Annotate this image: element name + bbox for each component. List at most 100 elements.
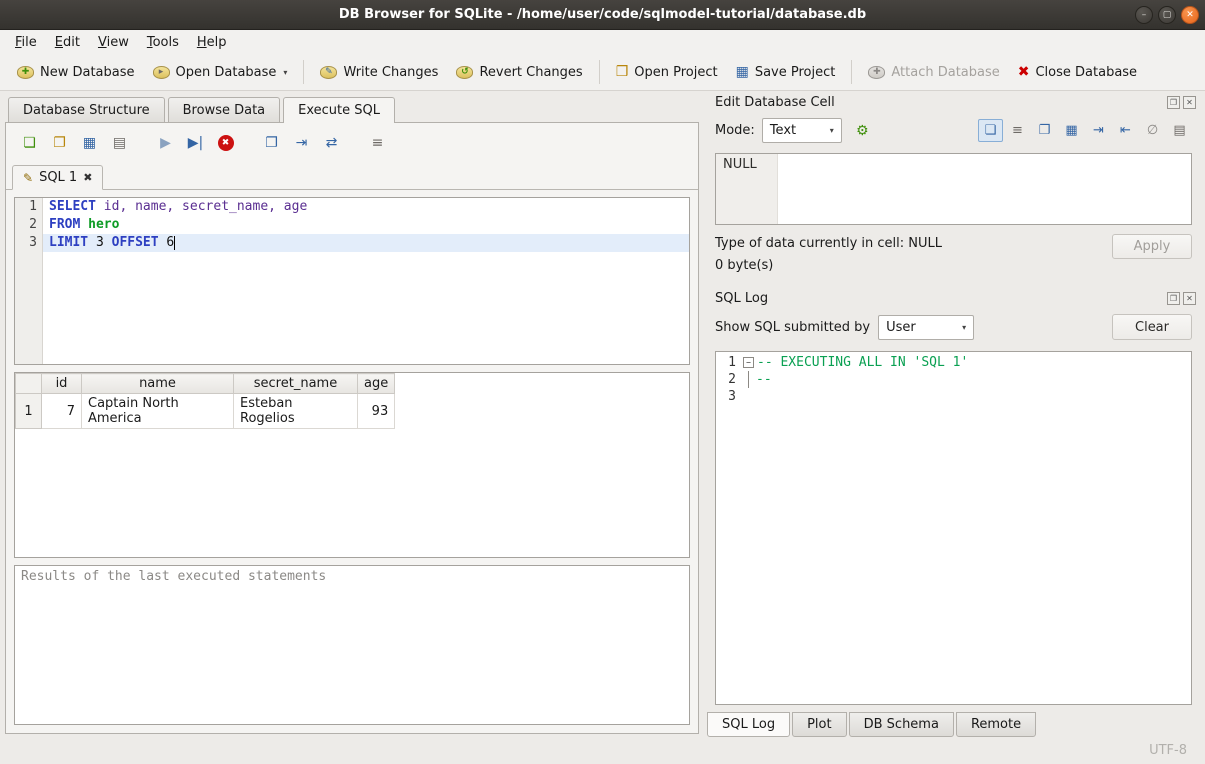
- text-mode-icon[interactable]: ❏: [978, 119, 1003, 142]
- revert-changes-button[interactable]: ↺ Revert Changes: [447, 60, 591, 85]
- menu-bar: File Edit View Tools Help: [0, 30, 1205, 54]
- cell-edit-area[interactable]: [778, 154, 1191, 224]
- float-panel-icon[interactable]: ❐: [1167, 96, 1180, 109]
- log-filter-select[interactable]: User ▾: [878, 315, 974, 340]
- log-line-number: 1: [716, 354, 740, 371]
- cell-age[interactable]: 93: [358, 394, 395, 429]
- log-filter-label: Show SQL submitted by: [715, 320, 870, 335]
- main-tab-bar: Database Structure Browse Data Execute S…: [8, 97, 398, 122]
- word-wrap-icon[interactable]: ≡: [1005, 119, 1030, 142]
- cell-info: Type of data currently in cell: NULL 0 b…: [705, 229, 1202, 287]
- print-cell-icon[interactable]: ▤: [1167, 119, 1192, 142]
- table-row[interactable]: 1 7 Captain North America Esteban Rogeli…: [16, 394, 395, 429]
- print-sql-icon[interactable]: ▤: [106, 131, 133, 155]
- tab-remote[interactable]: Remote: [956, 712, 1036, 737]
- close-tab-icon[interactable]: ✖: [83, 171, 92, 184]
- import-sql-icon[interactable]: ⇥: [288, 131, 315, 155]
- attach-database-button[interactable]: ✚ Attach Database: [859, 60, 1008, 85]
- set-null-icon[interactable]: ∅: [1140, 119, 1165, 142]
- revert-changes-label: Revert Changes: [479, 65, 582, 80]
- dock-tab-bar: SQL Log Plot DB Schema Remote: [705, 705, 1202, 737]
- editor-line[interactable]: 1 SELECT id, name, secret_name, age: [15, 198, 689, 216]
- window-controls: – ▢ ✕: [1135, 6, 1199, 24]
- results-corner[interactable]: [16, 374, 42, 394]
- menu-edit[interactable]: Edit: [46, 32, 89, 53]
- tab-execute-sql[interactable]: Execute SQL: [283, 97, 395, 123]
- minimize-icon[interactable]: –: [1135, 6, 1153, 24]
- cell-secret-name[interactable]: Esteban Rogelios: [234, 394, 358, 429]
- log-line: 3: [716, 388, 1191, 405]
- save-sql-file-icon[interactable]: ▦: [76, 131, 103, 155]
- edit-cell-title: Edit Database Cell: [715, 95, 1167, 110]
- open-sql-file-icon[interactable]: ❐: [46, 131, 73, 155]
- write-changes-button[interactable]: ✎ Write Changes: [311, 60, 447, 85]
- find-replace-icon[interactable]: ⇄: [318, 131, 345, 155]
- tab-database-structure[interactable]: Database Structure: [8, 97, 165, 122]
- log-text: --: [756, 371, 772, 388]
- menu-file[interactable]: File: [6, 32, 46, 53]
- execute-current-line-icon[interactable]: ▶|: [182, 131, 209, 155]
- column-header-id[interactable]: id: [42, 374, 82, 394]
- open-database-label: Open Database: [176, 65, 277, 80]
- clear-button[interactable]: Clear: [1112, 314, 1192, 340]
- attach-database-label: Attach Database: [891, 65, 999, 80]
- editor-line[interactable]: 2 FROM hero: [15, 216, 689, 234]
- export-results-icon[interactable]: ❐: [258, 131, 285, 155]
- column-header-age[interactable]: age: [358, 374, 395, 394]
- results-message: Results of the last executed statements: [21, 569, 326, 584]
- open-database-button[interactable]: ▸ Open Database ▾: [144, 60, 297, 85]
- open-database-dropdown-icon[interactable]: ▾: [283, 68, 287, 77]
- save-project-label: Save Project: [755, 65, 836, 80]
- tab-browse-data[interactable]: Browse Data: [168, 97, 281, 122]
- editor-empty-area[interactable]: [15, 252, 689, 364]
- mode-select[interactable]: Text ▾: [762, 118, 842, 143]
- fold-collapse-icon[interactable]: −: [743, 357, 754, 368]
- tab-sql-log[interactable]: SQL Log: [707, 712, 790, 737]
- execute-all-icon[interactable]: ▶: [152, 131, 179, 155]
- float-panel-icon[interactable]: ❐: [1167, 292, 1180, 305]
- close-panel-icon[interactable]: ✕: [1183, 96, 1196, 109]
- open-tab-icon[interactable]: ❏: [16, 131, 43, 155]
- save-cell-icon[interactable]: ▦: [1059, 119, 1084, 142]
- sql-1-tab[interactable]: ✎ SQL 1 ✖: [12, 165, 103, 190]
- attach-database-icon: ✚: [868, 66, 885, 79]
- export-cell-icon[interactable]: ⇤: [1113, 119, 1138, 142]
- cell-id[interactable]: 7: [42, 394, 82, 429]
- log-line-number: 2: [716, 371, 740, 388]
- menu-help[interactable]: Help: [188, 32, 236, 53]
- close-icon[interactable]: ✕: [1181, 6, 1199, 24]
- maximize-icon[interactable]: ▢: [1158, 6, 1176, 24]
- import-cell-icon[interactable]: ⇥: [1086, 119, 1111, 142]
- results-table: id name secret_name age 1 7 Captain Nort…: [15, 373, 395, 429]
- titlebar[interactable]: DB Browser for SQLite - /home/user/code/…: [0, 0, 1205, 30]
- menu-view[interactable]: View: [89, 32, 138, 53]
- sql-log-view[interactable]: 1 − -- EXECUTING ALL IN 'SQL 1' 2 -- 3: [715, 351, 1192, 705]
- auto-detect-icon[interactable]: ⚙: [849, 119, 876, 143]
- menu-tools[interactable]: Tools: [138, 32, 188, 53]
- encoding-indicator[interactable]: UTF-8: [1149, 743, 1187, 758]
- close-panel-icon[interactable]: ✕: [1183, 292, 1196, 305]
- save-project-button[interactable]: ▦ Save Project: [727, 60, 845, 85]
- format-sql-icon[interactable]: ≡: [364, 131, 391, 155]
- cell-name[interactable]: Captain North America: [82, 394, 234, 429]
- line-number: 1: [15, 198, 43, 216]
- sql-editor[interactable]: 1 SELECT id, name, secret_name, age 2 FR…: [14, 197, 690, 365]
- cell-editor[interactable]: NULL: [715, 153, 1192, 225]
- column-header-secret-name[interactable]: secret_name: [234, 374, 358, 394]
- chevron-down-icon: ▾: [962, 323, 966, 332]
- column-header-name[interactable]: name: [82, 374, 234, 394]
- apply-button[interactable]: Apply: [1112, 234, 1192, 259]
- log-text: -- EXECUTING ALL IN 'SQL 1': [757, 354, 968, 371]
- close-database-button[interactable]: ✖ Close Database: [1009, 60, 1146, 85]
- tab-db-schema[interactable]: DB Schema: [849, 712, 954, 737]
- open-project-button[interactable]: ❒ Open Project: [607, 60, 727, 85]
- tab-plot[interactable]: Plot: [792, 712, 847, 737]
- copy-cell-icon[interactable]: ❐: [1032, 119, 1057, 142]
- new-database-button[interactable]: ✚ New Database: [8, 60, 144, 85]
- stop-button[interactable]: ✖: [212, 131, 239, 155]
- editor-line-active[interactable]: 3 LIMIT 3 OFFSET 6: [15, 234, 689, 252]
- row-number[interactable]: 1: [16, 394, 42, 429]
- line-number: 2: [15, 216, 43, 234]
- write-changes-label: Write Changes: [343, 65, 438, 80]
- sql-tab-bar: ✎ SQL 1 ✖: [6, 157, 698, 190]
